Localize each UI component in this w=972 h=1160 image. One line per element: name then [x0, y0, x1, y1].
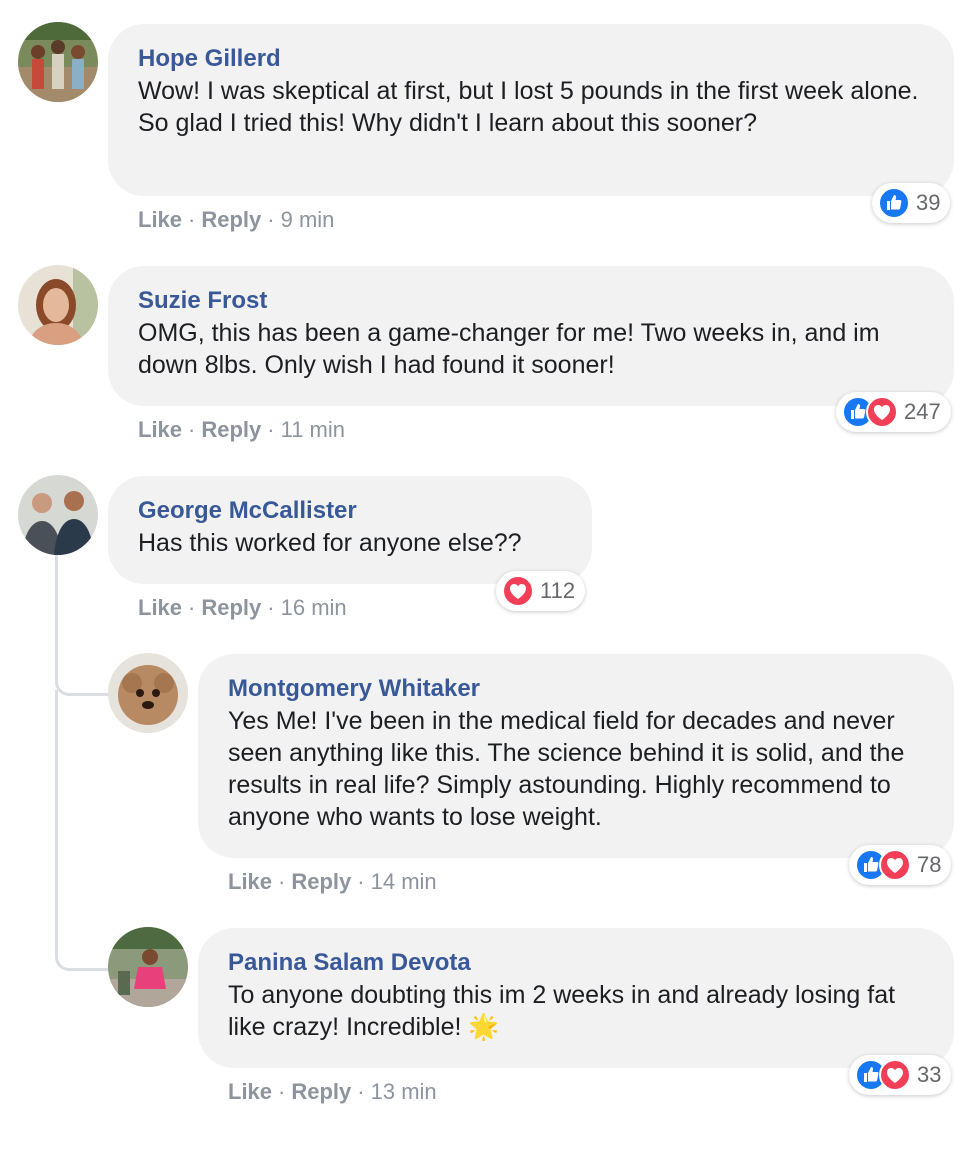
love-icon [866, 396, 898, 428]
comment-bubble: Hope Gillerd Wow! I was skeptical at fir… [108, 24, 954, 196]
like-button[interactable]: Like [228, 869, 272, 894]
comment-author[interactable]: Montgomery Whitaker [228, 673, 924, 705]
love-icon [502, 575, 534, 607]
comment-meta: Like · Reply · 16 min [138, 595, 347, 620]
comment-meta: Like · Reply · 9 min [138, 207, 335, 232]
timestamp[interactable]: 14 min [371, 869, 437, 894]
reply-button[interactable]: Reply [201, 207, 261, 232]
like-button[interactable]: Like [138, 207, 182, 232]
comment-meta: Like · Reply · 14 min [228, 869, 437, 894]
reaction-count: 33 [917, 1062, 942, 1087]
avatar[interactable] [18, 475, 98, 555]
avatar[interactable] [18, 265, 98, 345]
comment-bubble: George McCallister Has this worked for a… [108, 476, 592, 584]
reaction-count: 78 [917, 852, 942, 877]
avatar[interactable] [108, 927, 188, 1007]
reply-button[interactable]: Reply [291, 1079, 351, 1104]
timestamp[interactable]: 9 min [281, 207, 335, 232]
comment-bubble: Montgomery Whitaker Yes Me! I've been in… [198, 654, 954, 858]
timestamp[interactable]: 11 min [281, 417, 345, 442]
timestamp[interactable]: 16 min [281, 595, 347, 620]
reaction-count: 247 [904, 399, 941, 424]
comment-meta: Like · Reply · 13 min [228, 1079, 437, 1104]
love-icon [879, 1059, 911, 1091]
comment-author[interactable]: Panina Salam Devota [228, 947, 924, 979]
reply-button[interactable]: Reply [291, 869, 351, 894]
comment-text: To anyone doubting this im 2 weeks in an… [228, 981, 896, 1041]
reaction-count: 39 [916, 190, 941, 215]
reply-button[interactable]: Reply [201, 595, 261, 620]
comment-text: Yes Me! I've been in the medical field f… [228, 707, 905, 831]
comment-text: Has this worked for anyone else?? [138, 529, 522, 557]
reaction-summary[interactable]: 112 [496, 571, 586, 611]
comment-bubble: Panina Salam Devota To anyone doubting t… [198, 928, 954, 1068]
like-button[interactable]: Like [228, 1079, 272, 1104]
comment-text: Wow! I was skeptical at first, but I los… [138, 77, 919, 137]
reaction-summary[interactable]: 33 [849, 1055, 952, 1095]
thread-connector [55, 690, 112, 971]
love-icon [879, 849, 911, 881]
timestamp[interactable]: 13 min [371, 1079, 437, 1104]
comment-text: OMG, this has been a game-changer for me… [138, 319, 880, 379]
like-button[interactable]: Like [138, 595, 182, 620]
reaction-summary[interactable]: 247 [836, 392, 951, 432]
like-icon [878, 187, 910, 219]
reaction-count: 112 [540, 578, 576, 603]
reaction-summary[interactable]: 78 [849, 845, 952, 885]
comment-bubble: Suzie Frost OMG, this has been a game-ch… [108, 266, 954, 406]
avatar[interactable] [108, 653, 188, 733]
comment-meta: Like · Reply · 11 min [138, 417, 346, 442]
thread-connector [55, 600, 112, 696]
reaction-summary[interactable]: 39 [872, 183, 951, 223]
avatar[interactable] [18, 22, 98, 102]
comment-author[interactable]: Suzie Frost [138, 285, 924, 317]
star-emoji: 🌟 [468, 1013, 500, 1041]
like-button[interactable]: Like [138, 417, 182, 442]
comment-author[interactable]: Hope Gillerd [138, 43, 924, 75]
reply-button[interactable]: Reply [201, 417, 261, 442]
comment-author[interactable]: George McCallister [138, 495, 562, 527]
